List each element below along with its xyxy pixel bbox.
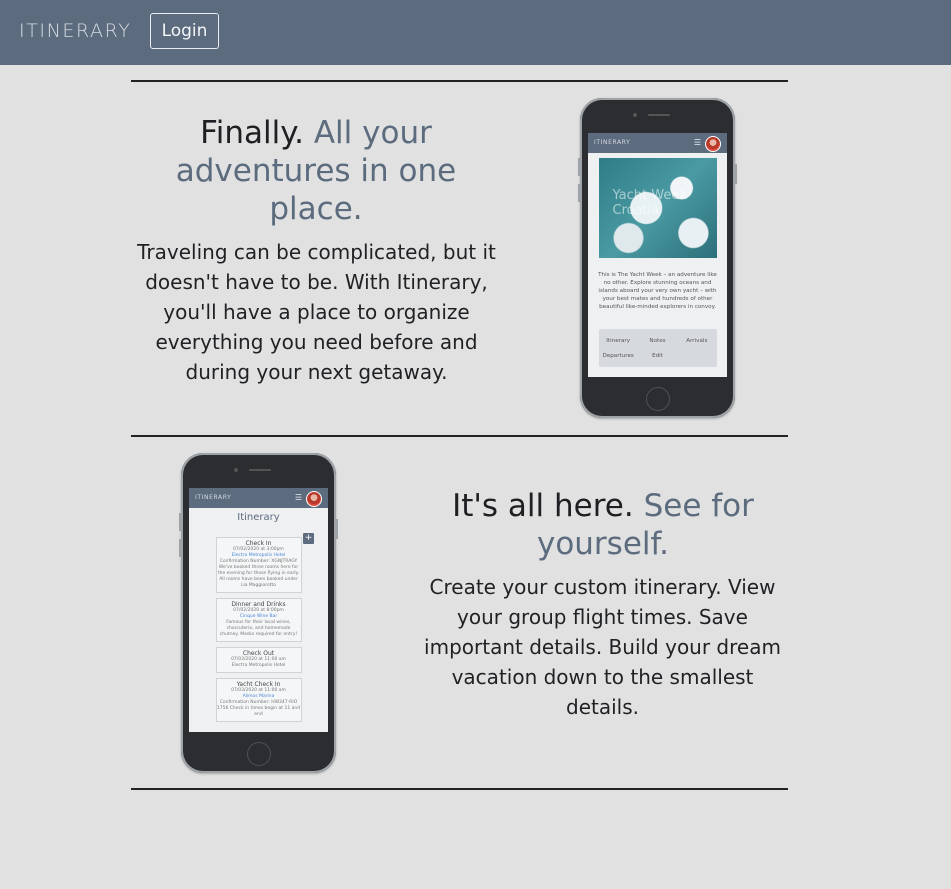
section1-title: Finally. All your adventures in one plac… (150, 114, 482, 228)
phone-side-button (179, 539, 181, 557)
section2-description: Create your custom itinerary. View your … (424, 575, 781, 719)
trip-links-panel: Itinerary Notes Arrivals Departures Edit (598, 329, 717, 367)
itinerary-card: Dinner and Drinks 07/02/2020 at 8:00pm C… (215, 598, 302, 642)
trip-link: Edit (652, 352, 663, 359)
top-navbar: ITINERARY Login (0, 0, 951, 65)
phone-mockup-trip: ITINERARY ☰ Yacht Week Croatia This is T… (578, 98, 737, 418)
trip-link: Arrivals (686, 337, 708, 344)
divider-top (131, 80, 788, 82)
itinerary-card: Check Out 07/03/2020 at 11:00 am Electra… (215, 647, 302, 673)
hamburger-icon: ☰ (294, 493, 302, 502)
card-notes: Confirmation Number: HW347-RIO 1756 Chec… (216, 700, 301, 717)
phone-side-button (578, 158, 580, 176)
phone-camera (633, 113, 637, 117)
phone-home-button (247, 742, 271, 766)
trip-link: Departures (602, 352, 634, 359)
hero-caption: Yacht Week Croatia (612, 188, 687, 218)
itinerary-heading: Itinerary (237, 512, 280, 523)
phone-side-button (735, 164, 737, 184)
phone-side-button (336, 519, 338, 539)
divider-bottom (131, 788, 788, 790)
divider-middle (131, 435, 788, 437)
mini-navbar: ITINERARY ☰ (189, 488, 328, 508)
phone-screen: ITINERARY ☰ Itinerary + Check In 07/02/2… (189, 488, 328, 732)
card-notes: Confirmation Number: XGNJTRAGY We've boo… (217, 559, 300, 588)
trip-hero-image: Yacht Week Croatia (598, 158, 717, 258)
brand-logo[interactable]: ITINERARY (19, 20, 131, 42)
phone-speaker (648, 114, 670, 116)
phone-camera (234, 468, 238, 472)
trip-link: Notes (649, 337, 666, 344)
mini-brand: ITINERARY (195, 494, 232, 501)
mini-brand: ITINERARY (594, 139, 631, 146)
login-button[interactable]: Login (150, 13, 219, 49)
phone-speaker (249, 469, 271, 471)
card-title: Check Out (242, 650, 275, 657)
itinerary-card: Yacht Check In 07/03/2020 at 11:00 am Al… (215, 678, 302, 722)
phone-screen: ITINERARY ☰ Yacht Week Croatia This is T… (588, 133, 727, 377)
phone-side-button (578, 184, 580, 202)
card-title: Yacht Check In (236, 681, 281, 688)
card-notes: Famous for their local wines, charcuteri… (219, 620, 298, 637)
section1-title-lead: Finally. (200, 115, 304, 151)
card-notes: Electra Metropolis Hotel (231, 663, 286, 668)
section2-title-lead: It's all here. (452, 488, 634, 524)
avatar (306, 491, 322, 507)
card-title: Check In (245, 540, 272, 547)
section2-title: It's all here. See for yourself. (437, 487, 769, 563)
phone-mockup-itinerary: ITINERARY ☰ Itinerary + Check In 07/02/2… (179, 453, 338, 773)
phone-side-button (179, 513, 181, 531)
phone-home-button (646, 387, 670, 411)
itinerary-card: Check In 07/02/2020 at 3:00pm Electra Me… (215, 537, 302, 593)
trip-description: This is The Yacht Week – an adventure li… (598, 272, 717, 310)
hamburger-icon: ☰ (693, 138, 701, 147)
card-title: Dinner and Drinks (231, 601, 286, 608)
plus-icon: + (303, 533, 314, 544)
section1-description: Traveling can be complicated, but it doe… (137, 240, 496, 384)
trip-link: Itinerary (606, 337, 631, 344)
avatar (705, 136, 721, 152)
mini-navbar: ITINERARY ☰ (588, 133, 727, 153)
